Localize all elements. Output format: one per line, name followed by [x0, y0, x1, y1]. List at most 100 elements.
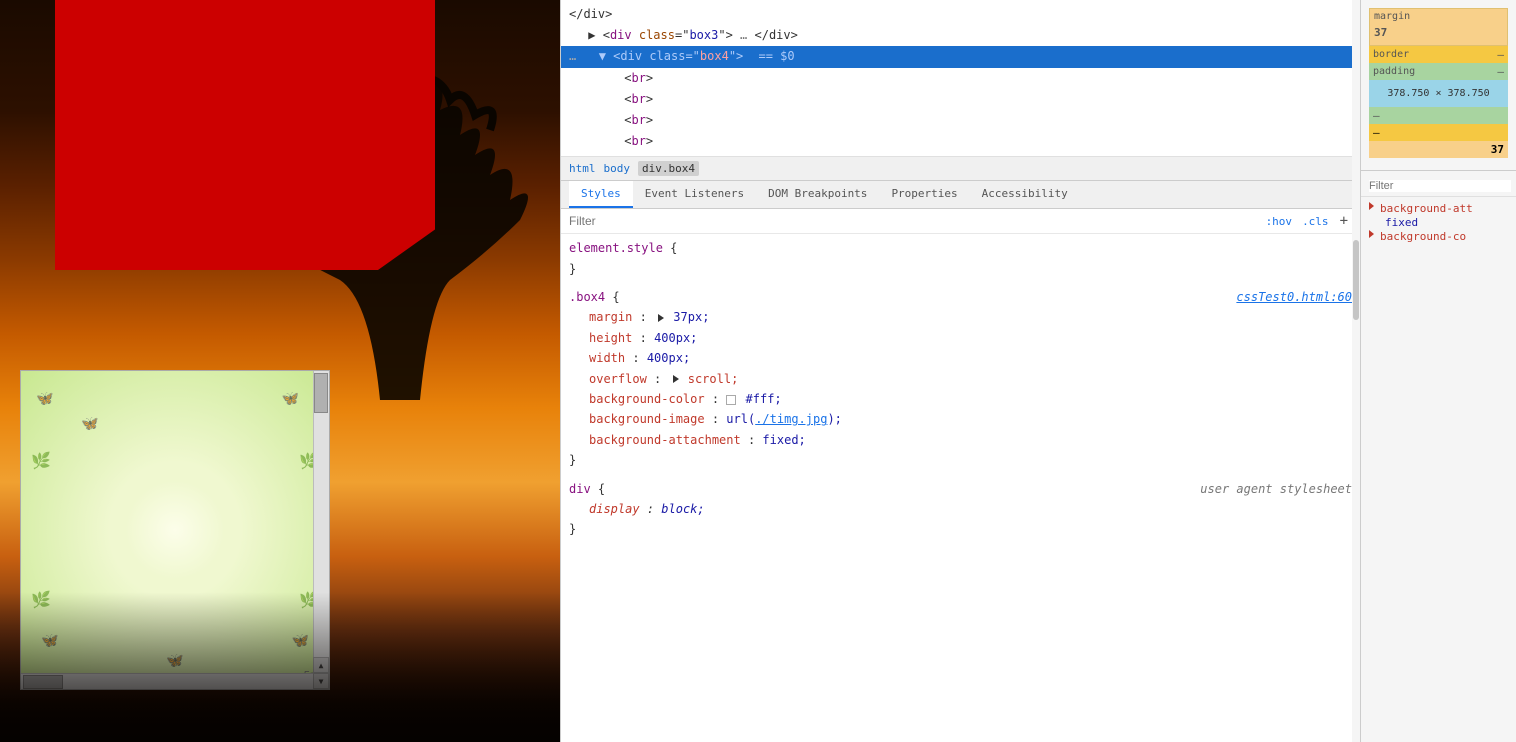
box-model-area: margin 37 border – padding – 378.750 × 3… — [1361, 0, 1516, 166]
box4-height-prop: height : 400px; — [569, 328, 1352, 348]
box4-bgcolor-prop: background-color : #fff; — [569, 389, 1352, 409]
styles-content: element.style { } .box4 { cssTest0.html:… — [561, 234, 1360, 742]
tab-properties[interactable]: Properties — [879, 181, 969, 208]
tree-line-close-div: </div> — [561, 4, 1360, 25]
bm-border-bottom-row: – — [1369, 124, 1508, 141]
computed-filter-area: Show — [1361, 175, 1516, 197]
box4-overflow-prop: overflow : scroll; — [569, 369, 1352, 389]
margin-property-name: margin — [589, 310, 632, 324]
box4-close-brace-line: } — [569, 450, 1352, 470]
bm-margin-bottom-row: 37 — [1369, 141, 1508, 158]
br3-tag: br — [631, 113, 645, 127]
tab-event-listeners[interactable]: Event Listeners — [633, 181, 756, 208]
bgcolor-expand-tri[interactable] — [1369, 230, 1374, 238]
box4-close-brace: } — [569, 453, 576, 467]
devtools-scrollbar-thumb[interactable] — [1353, 240, 1359, 320]
div-selector-line: div { user agent stylesheet — [569, 479, 1352, 499]
bm-margin-label: margin — [1374, 11, 1410, 22]
div-open-brace: { — [598, 482, 605, 496]
filter-bar: :hov .cls + — [561, 209, 1360, 234]
breadcrumb-html[interactable]: html — [569, 162, 596, 175]
display-property-name: display — [589, 502, 640, 516]
bm-padding-bottom-spacer: – — [1373, 109, 1380, 122]
element-style-selector-line: element.style { — [569, 238, 1352, 258]
bm-padding-row: padding – — [1369, 63, 1508, 80]
box4-attr-name: class — [649, 49, 685, 63]
bm-border-bottom-spacer: – — [1373, 126, 1380, 139]
box4-source[interactable]: cssTest0.html:60 — [1236, 290, 1352, 304]
bgcolor-prop-name: background-co — [1380, 230, 1466, 243]
filter-buttons: :hov .cls + — [1263, 213, 1352, 229]
element-style-block: element.style { } — [569, 238, 1352, 279]
div-rule-block: div { user agent stylesheet display : bl… — [569, 479, 1352, 540]
tab-accessibility[interactable]: Accessibility — [970, 181, 1080, 208]
close-tag: </div> — [569, 7, 612, 21]
element-style-open-brace: { — [670, 241, 677, 255]
bgattach-expand-tri[interactable] — [1369, 202, 1374, 210]
tree-line-box3[interactable]: ▶ <div class="box3"> … </div> — [561, 25, 1360, 46]
computed-prop-bgattach: background-att — [1369, 201, 1508, 216]
box3-ellipsis: … — [740, 28, 747, 42]
box4-css-selector: .box4 — [569, 290, 605, 304]
tab-dom-breakpoints[interactable]: DOM Breakpoints — [756, 181, 879, 208]
computed-properties: background-att fixed background-co — [1361, 197, 1516, 248]
bgattach-computed-value: fixed — [1385, 216, 1418, 229]
bm-margin-row: margin 37 — [1369, 8, 1508, 46]
tabs-bar: Styles Event Listeners DOM Breakpoints P… — [561, 181, 1360, 209]
tab-styles[interactable]: Styles — [569, 181, 633, 208]
bgattach-value-line: fixed — [1369, 216, 1508, 229]
leaf-1: 🌿 — [31, 451, 51, 470]
div-close-brace: } — [569, 522, 576, 536]
filter-input[interactable] — [569, 214, 1263, 228]
overflow-triangle[interactable] — [669, 372, 688, 386]
box3-expand-arrow[interactable]: ▶ — [588, 28, 595, 42]
bm-padding-val: – — [1497, 65, 1504, 78]
bm-border-val: – — [1497, 48, 1504, 61]
breadcrumb-box4[interactable]: div.box4 — [638, 161, 699, 176]
tree-line-br1: <br> — [561, 68, 1360, 89]
tree-line-br3: <br> — [561, 110, 1360, 131]
margin-triangle[interactable] — [654, 310, 673, 324]
br4-tag: br — [631, 134, 645, 148]
tree-line-br4: <br> — [561, 131, 1360, 152]
bgimage-url[interactable]: ./timg.jpg — [755, 412, 827, 426]
margin-expand-triangle[interactable] — [658, 314, 664, 322]
element-style-close-brace-line: } — [569, 259, 1352, 279]
box4-attr-value: box4 — [700, 49, 729, 63]
div-close-brace-line: } — [569, 519, 1352, 539]
box3-tag: div — [610, 28, 632, 42]
bm-padding-bottom-row: – — [1369, 107, 1508, 124]
box4-bgattach-prop: background-attachment : fixed; — [569, 430, 1352, 450]
div-display-prop: display : block; — [569, 499, 1352, 519]
box4-expand-arrow[interactable]: ▼ — [599, 49, 606, 63]
add-style-button[interactable]: + — [1336, 213, 1352, 229]
height-property-name: height — [589, 331, 632, 345]
butterfly-1: 🦋 — [36, 391, 53, 407]
right-panel: margin 37 border – padding – 378.750 × 3… — [1360, 0, 1516, 742]
bgimage-property-name: background-image — [589, 412, 705, 426]
red-box — [55, 0, 435, 270]
hov-button[interactable]: :hov — [1263, 214, 1296, 229]
bm-content-area: 378.750 × 378.750 — [1369, 80, 1508, 107]
devtools-scrollbar[interactable] — [1352, 0, 1360, 742]
element-style-close-brace: } — [569, 262, 576, 276]
breadcrumb-body[interactable]: body — [604, 162, 631, 175]
margin-value: 37px; — [673, 310, 709, 324]
bottom-overlay — [0, 592, 560, 742]
cls-button[interactable]: .cls — [1299, 214, 1332, 229]
width-value: 400px; — [647, 351, 690, 365]
center-glow — [125, 480, 225, 580]
bgcolor-swatch[interactable] — [726, 395, 736, 405]
bm-border-label: border — [1373, 49, 1409, 60]
box4-source-link[interactable]: cssTest0.html:60 — [1236, 287, 1352, 307]
bgattach-property-name: background-attachment — [589, 433, 741, 447]
bgattach-value: fixed; — [762, 433, 805, 447]
tree-line-box4[interactable]: … ▼ <div class="box4"> == $0 — [561, 46, 1360, 67]
computed-filter-input[interactable] — [1369, 180, 1511, 192]
overflow-expand-triangle[interactable] — [673, 375, 679, 383]
computed-prop-bgcolor: background-co — [1369, 229, 1508, 244]
box3-attr-value: box3 — [689, 28, 718, 42]
vscrollbar-thumb[interactable] — [314, 373, 328, 413]
box3-attr-name: class — [639, 28, 675, 42]
bgimage-value-prefix: url( — [726, 412, 755, 426]
